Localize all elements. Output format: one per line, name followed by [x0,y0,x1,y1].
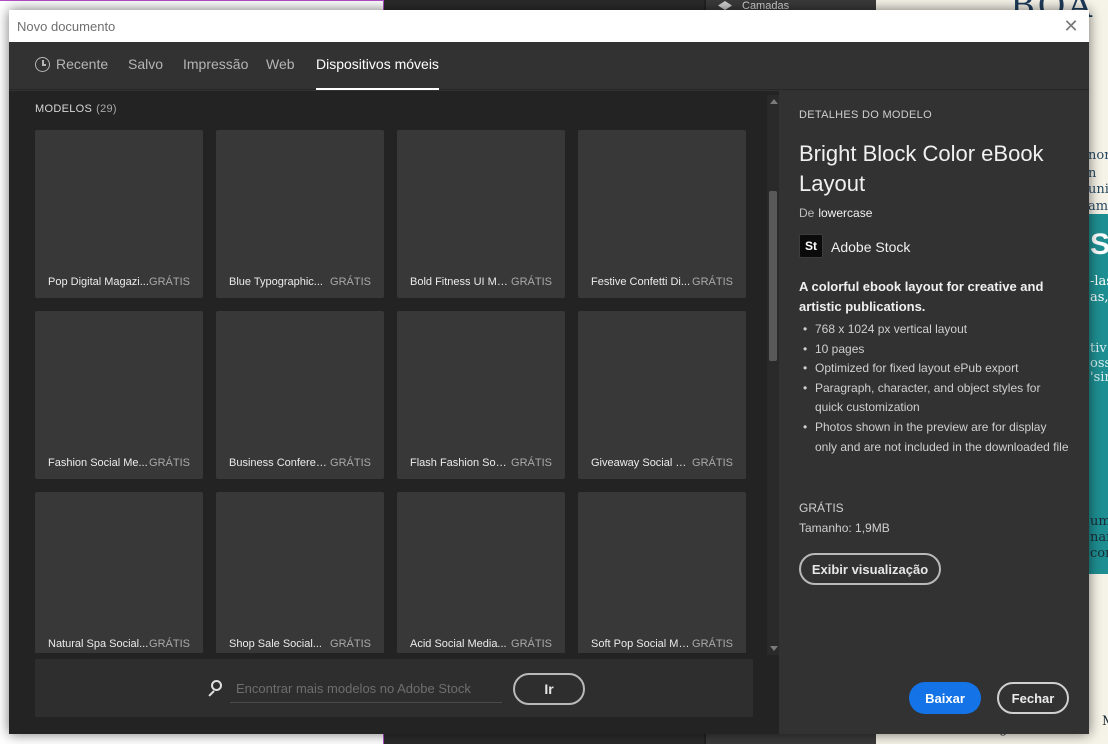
tab-recent[interactable]: Recente [35,56,108,90]
template-price: GRÁTIS [330,457,371,469]
template-name: Natural Spa Social... [48,638,149,650]
template-card[interactable]: Fashion Social Me... GRÁTIS [35,311,203,479]
template-price-label: GRÁTIS [799,501,844,515]
feature-item: 768 x 1024 px vertical layout [799,320,1071,340]
template-name: Acid Social Media... [410,638,507,650]
download-button[interactable]: Baixar [909,682,981,714]
template-name: Business Conferen... [229,457,331,469]
template-title: Bright Block Color eBook Layout [799,141,1044,196]
template-name: Fashion Social Me... [48,457,148,469]
template-price: GRÁTIS [149,457,190,469]
clock-icon [35,57,50,72]
details-heading: DETALHES DO MODELO [799,109,932,121]
template-price: GRÁTIS [330,276,371,288]
stock-source-label: Adobe Stock [831,239,911,255]
template-name: Flash Fashion Soci... [410,457,512,469]
template-features: 768 x 1024 px vertical layout 10 pages O… [799,320,1071,457]
template-name: Pop Digital Magazi... [48,276,149,288]
tab-print[interactable]: Impressão [183,56,248,90]
background-text-fragment: as, [1090,290,1108,305]
scrollbar-thumb[interactable] [769,191,777,361]
feature-item: Optimized for fixed layout ePub export [799,359,1071,379]
feature-item: 10 pages [799,340,1071,360]
dialog-title: Novo documento [17,19,116,34]
close-button[interactable]: Fechar [997,682,1069,714]
scroll-down-icon[interactable] [770,646,778,651]
template-card[interactable]: Bold Fitness UI Mo... GRÁTIS [397,130,565,298]
template-price: GRÁTIS [511,457,552,469]
background-text-fragment: M [1102,712,1108,731]
feature-item: Photos shown in the preview are for disp… [799,418,1071,457]
template-name: Shop Sale Social... [229,638,322,650]
template-price: GRÁTIS [511,276,552,288]
template-details-pane: DETALHES DO MODELO Bright Block Color eB… [779,91,1089,734]
tab-mobile[interactable]: Dispositivos móveis [316,56,439,90]
template-price: GRÁTIS [330,638,371,650]
adobe-stock-icon: St [799,234,823,258]
templates-heading-label: MODELOS [35,103,93,115]
view-preview-button[interactable]: Exibir visualização [799,553,941,585]
template-price: GRÁTIS [692,276,733,288]
go-button[interactable]: Ir [513,673,585,705]
template-card[interactable]: Soft Pop Social Me... GRÁTIS [578,492,746,653]
dialog-titlebar: Novo documento ✕ [9,10,1089,42]
tab-web[interactable]: Web [266,56,295,90]
layers-icon [718,1,732,10]
template-price: GRÁTIS [692,638,733,650]
background-text-fragment: com [1090,546,1108,561]
template-name: Festive Confetti Di... [591,276,691,288]
template-card[interactable]: Shop Sale Social... GRÁTIS [216,492,384,653]
template-card[interactable]: Festive Confetti Di... GRÁTIS [578,130,746,298]
feature-item: Paragraph, character, and object styles … [799,379,1071,418]
template-card[interactable]: Blue Typographic... GRÁTIS [216,130,384,298]
templates-count: (29) [96,103,117,115]
scroll-up-icon[interactable] [770,99,778,104]
category-tabs: Recente Salvo Impressão Web Dispositivos… [9,42,1089,90]
template-name: Bold Fitness UI Mo... [410,276,512,288]
template-description: A colorful ebook layout for creative and… [799,279,1044,314]
background-teal-letter: S [1090,228,1108,261]
template-price: GRÁTIS [149,638,190,650]
template-card[interactable]: Business Conferen... GRÁTIS [216,311,384,479]
author-prefix: De [799,206,815,220]
template-price: GRÁTIS [692,457,733,469]
templates-grid: Pop Digital Magazi... GRÁTIS Blue Typogr… [35,130,755,653]
template-card[interactable]: Natural Spa Social... GRÁTIS [35,492,203,653]
tab-label: Web [266,56,295,72]
stock-search-bar: Ir [35,659,753,717]
template-price: GRÁTIS [149,276,190,288]
background-text-fragment: nor [1088,148,1108,163]
templates-heading: MODELOS (29) [35,103,117,115]
template-card[interactable]: Giveaway Social M... GRÁTIS [578,311,746,479]
new-document-dialog: Novo documento ✕ Recente Salvo Impressão… [9,10,1089,734]
template-card[interactable]: Flash Fashion Soci... GRÁTIS [397,311,565,479]
author-name: lowercase [818,206,873,220]
templates-scrollbar[interactable] [767,95,779,655]
tab-label: Recente [56,56,109,72]
search-icon [207,680,223,697]
tab-saved[interactable]: Salvo [128,56,163,90]
template-price: GRÁTIS [511,638,552,650]
template-size-label: Tamanho: 1,9MB [799,521,890,535]
template-name: Blue Typographic... [229,276,323,288]
tab-label: Impressão [183,56,249,72]
templates-pane: MODELOS (29) Pop Digital Magazi... GRÁTIS… [9,91,779,734]
template-author: De lowercase [799,206,872,220]
search-input[interactable] [230,675,502,703]
template-card[interactable]: Acid Social Media... GRÁTIS [397,492,565,653]
template-name: Giveaway Social M... [591,457,693,469]
close-icon[interactable]: ✕ [1059,14,1083,38]
tab-label: Salvo [128,56,164,72]
template-card[interactable]: Pop Digital Magazi... GRÁTIS [35,130,203,298]
tab-label: Dispositivos móveis [316,56,439,72]
background-text-fragment: 'sin [1090,370,1108,385]
template-name: Soft Pop Social Me... [591,638,693,650]
